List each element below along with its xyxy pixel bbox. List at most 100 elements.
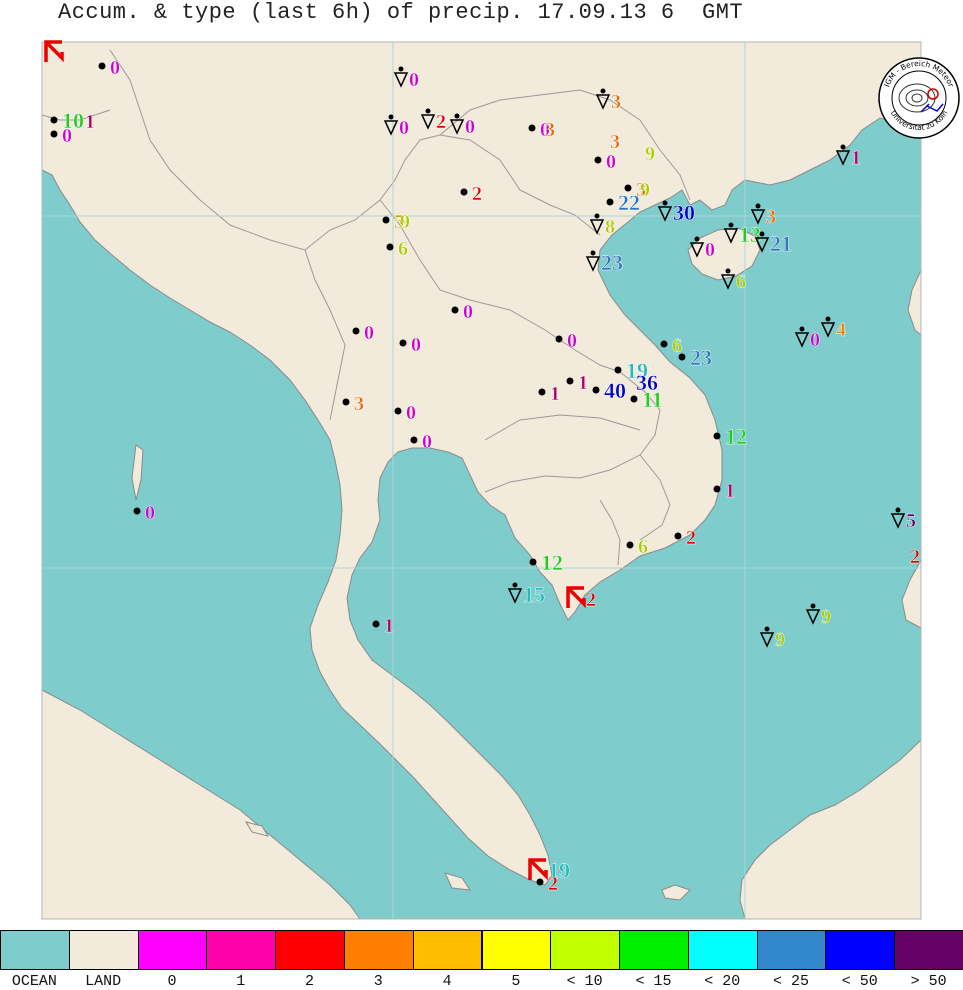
- shower-dot-icon: [764, 626, 770, 632]
- legend-swatch: [894, 930, 963, 970]
- precipitation-map: 010 1000 2 0 03330 9 12 392283059623 0133216000 0…: [41, 40, 922, 920]
- legend-swatch: [825, 930, 896, 970]
- rain-dot-icon: [382, 216, 390, 224]
- precip-value: 6: [398, 238, 408, 260]
- igm-logo: IGM - Bereich Meteor Universität zu Köln: [878, 57, 960, 139]
- precip-value: 3: [766, 206, 776, 228]
- rain-dot-icon: [451, 306, 459, 314]
- legend-label: < 50: [841, 973, 878, 990]
- precip-value: 8: [605, 216, 615, 238]
- precip-value: 2: [910, 546, 920, 568]
- shower-dot-icon: [759, 231, 765, 237]
- rain-dot-icon: [50, 116, 58, 124]
- precip-value: 12: [541, 550, 563, 575]
- rain-dot-icon: [50, 130, 58, 138]
- precip-value: 1: [85, 111, 95, 133]
- map-title: Accum. & type (last 6h) of precip. 17.09…: [58, 0, 744, 25]
- precip-value: 2: [686, 527, 696, 549]
- legend-swatch: [0, 930, 70, 970]
- rain-dot-icon: [342, 398, 350, 406]
- precip-value: 9: [400, 211, 410, 233]
- precip-value: 3: [611, 91, 621, 113]
- legend-swatch: [68, 930, 139, 970]
- rain-dot-icon: [566, 377, 574, 385]
- shower-dot-icon: [840, 144, 846, 150]
- precip-value: 3: [545, 119, 555, 141]
- station: 3: [610, 131, 620, 153]
- shower-dot-icon: [799, 326, 805, 332]
- rain-dot-icon: [528, 124, 536, 132]
- precip-value: 0: [145, 502, 155, 524]
- precip-value: 2: [472, 183, 482, 205]
- legend-label: 4: [442, 973, 452, 990]
- precip-value: 9: [821, 606, 831, 628]
- shower-dot-icon: [895, 507, 901, 513]
- rain-dot-icon: [538, 388, 546, 396]
- precip-value: 40: [604, 378, 626, 403]
- shower-dot-icon: [694, 236, 700, 242]
- shower-dot-icon: [594, 213, 600, 219]
- shower-dot-icon: [388, 114, 394, 120]
- legend-label: < 20: [704, 973, 741, 990]
- precip-value: 23: [690, 345, 712, 370]
- precip-value: 22: [618, 190, 640, 215]
- precip-value: 6: [736, 271, 746, 293]
- precip-value: 23: [601, 250, 623, 275]
- precip-value: 0: [465, 116, 475, 138]
- rain-dot-icon: [713, 432, 721, 440]
- legend-label: 1: [236, 973, 246, 990]
- precip-value: 0: [399, 117, 409, 139]
- rain-dot-icon: [352, 327, 360, 335]
- precip-value: 11: [642, 387, 663, 412]
- legend-label: LAND: [85, 973, 122, 990]
- legend-swatch: [481, 930, 552, 970]
- rain-dot-icon: [386, 243, 394, 251]
- precip-value: 3: [354, 393, 364, 415]
- station: 2: [910, 546, 920, 568]
- shower-dot-icon: [512, 582, 518, 588]
- precip-value: 0: [364, 322, 374, 344]
- legend-swatch: [550, 930, 621, 970]
- shower-dot-icon: [725, 268, 731, 274]
- precip-value: 15: [523, 582, 545, 607]
- precip-value: 1: [550, 383, 560, 405]
- rain-dot-icon: [399, 339, 407, 347]
- precip-value: 1: [578, 372, 588, 394]
- precip-value: 0: [409, 69, 419, 91]
- precip-value: 5: [906, 510, 916, 532]
- rain-dot-icon: [606, 198, 614, 206]
- precip-value: 1: [851, 147, 861, 169]
- precip-value: 1: [725, 480, 735, 502]
- precip-value: 0: [411, 334, 421, 356]
- shower-dot-icon: [600, 88, 606, 94]
- precip-value: 2: [586, 589, 596, 611]
- shower-dot-icon: [398, 66, 404, 72]
- station: 9: [640, 179, 650, 201]
- precip-value: 9: [640, 179, 650, 201]
- precip-value: 0: [110, 57, 120, 79]
- precip-value: 30: [673, 200, 695, 225]
- rain-dot-icon: [372, 620, 380, 628]
- precip-value: 4: [836, 319, 846, 341]
- legend-label: 2: [305, 973, 315, 990]
- rain-dot-icon: [410, 436, 418, 444]
- legend-label: > 50: [910, 973, 947, 990]
- precip-value: 21: [770, 231, 792, 256]
- precip-value: 1: [384, 615, 394, 637]
- rain-dot-icon: [678, 353, 686, 361]
- legend-label: 3: [373, 973, 383, 990]
- precip-value: 0: [810, 329, 820, 351]
- legend-label: 0: [167, 973, 177, 990]
- station: 9: [645, 143, 655, 165]
- rain-dot-icon: [594, 156, 602, 164]
- legend-label: 5: [511, 973, 521, 990]
- rain-dot-icon: [133, 507, 141, 515]
- station: 1: [85, 111, 95, 133]
- precip-value: 6: [638, 536, 648, 558]
- shower-dot-icon: [425, 108, 431, 114]
- legend-swatch: [343, 930, 414, 970]
- precip-value: 0: [705, 239, 715, 261]
- precip-value: 9: [645, 143, 655, 165]
- precip-value: 2: [436, 111, 446, 133]
- rain-dot-icon: [536, 878, 544, 886]
